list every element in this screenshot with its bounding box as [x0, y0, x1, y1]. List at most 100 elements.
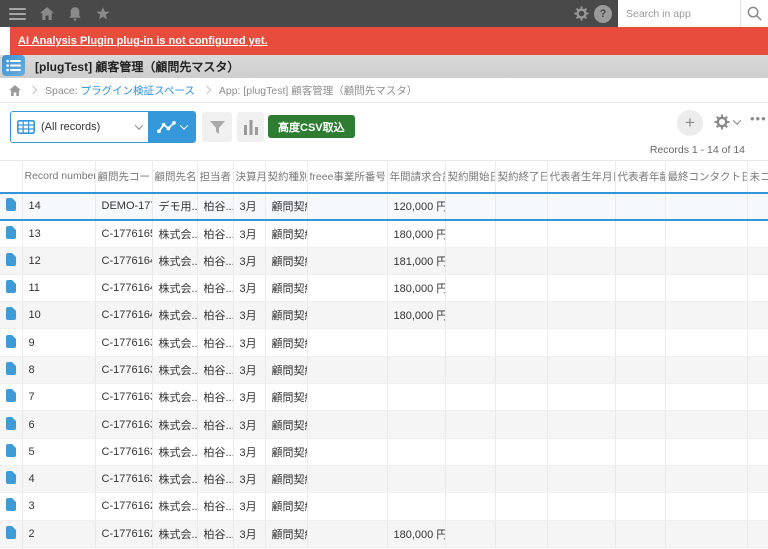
table-row[interactable]: 7C-17761635...株式会...柏谷...3月顧問契約 [0, 383, 768, 412]
cell [665, 301, 748, 330]
cell [547, 383, 616, 412]
view-selector-dropdown[interactable]: (All records) [11, 112, 148, 142]
column-header[interactable]: 契約種別 [265, 160, 308, 193]
record-detail-icon[interactable] [0, 492, 23, 521]
cell: 株式会... [152, 301, 198, 330]
column-header[interactable]: 顧問先名 [152, 160, 198, 193]
record-detail-icon[interactable] [0, 301, 23, 330]
cell: 顧問契約 [265, 219, 308, 248]
cell: 3月 [233, 520, 266, 548]
cell [307, 328, 388, 357]
breadcrumb-space: Space: プラグイン検証スペース [45, 84, 195, 97]
column-header[interactable]: 代表者生年月日 [547, 160, 616, 193]
record-detail-icon[interactable] [0, 191, 23, 221]
app-icon[interactable] [2, 55, 25, 76]
column-header[interactable]: 決算月 [233, 160, 266, 193]
column-header[interactable]: 契約終了日 [495, 160, 548, 193]
cell [307, 191, 388, 221]
view-selector-value: (All records) [41, 121, 101, 133]
table-row[interactable]: 14DEMO-1776...デモ用...柏谷...3月顧問契約 120,000 円 [0, 191, 768, 221]
table-row[interactable]: 9C-17761638...株式会...柏谷...3月顧問契約 [0, 328, 768, 357]
cell [665, 274, 748, 303]
breadcrumb-space-link[interactable]: プラグイン検証スペース [81, 85, 195, 97]
record-detail-icon[interactable] [0, 410, 23, 439]
bar-chart-icon [243, 119, 258, 135]
record-detail-icon[interactable] [0, 274, 23, 303]
cell [495, 274, 548, 303]
cell [615, 301, 666, 330]
table-row[interactable]: 13C-17761658...株式会...柏谷...3月顧問契約 180,000 … [0, 219, 768, 248]
cell: C-17761633... [95, 438, 153, 466]
more-options-button[interactable]: ••• [750, 111, 768, 126]
plugin-error-banner: AI Analysis Plugin plug-in is not config… [10, 27, 768, 55]
column-header[interactable]: 年間請求合計 [387, 160, 446, 193]
cell [547, 356, 616, 385]
record-file-icon [6, 525, 17, 539]
column-header[interactable]: 契約開始日 [445, 160, 496, 193]
cell [547, 219, 616, 248]
help-icon[interactable]: ? [594, 4, 612, 23]
table-row[interactable]: 5C-17761633...株式会...柏谷...3月顧問契約 [0, 438, 768, 466]
favorites-star-icon[interactable] [90, 0, 116, 27]
filter-button[interactable] [202, 112, 232, 142]
cell [307, 492, 388, 521]
add-record-button[interactable]: + [677, 110, 703, 136]
cell [547, 328, 616, 357]
record-detail-icon[interactable] [0, 356, 23, 385]
cell [615, 219, 666, 248]
column-header[interactable]: 担当者 [197, 160, 234, 193]
column-header[interactable]: freee事業所番号 [307, 160, 388, 193]
record-detail-icon[interactable] [0, 219, 23, 248]
column-header[interactable]: 代表者年齢 [615, 160, 666, 193]
table-row[interactable]: 12C-17761649...株式会...柏谷...3月顧問契約 181,000 … [0, 247, 768, 275]
home-icon[interactable] [34, 0, 60, 27]
cell [307, 274, 388, 303]
view-selector-group: (All records) [10, 111, 196, 143]
cell [665, 383, 748, 412]
cell: 柏谷... [197, 383, 234, 412]
search-icon[interactable] [740, 0, 768, 27]
record-detail-icon[interactable] [0, 465, 23, 494]
table-row[interactable]: 2C-17761622...株式会...柏谷...3月顧問契約 180,000 円 [0, 520, 768, 548]
search-input[interactable] [618, 0, 740, 27]
advanced-csv-import-button[interactable]: 高度CSV取込 [268, 115, 355, 138]
table-row[interactable]: 4C-17761633...株式会...柏谷...3月顧問契約 [0, 465, 768, 494]
chevron-down-icon [134, 121, 144, 130]
cell: 株式会... [152, 438, 198, 466]
record-detail-icon[interactable] [0, 247, 23, 275]
cell [387, 356, 446, 385]
table-row[interactable]: 6C-17761634...株式会...柏谷...3月顧問契約 [0, 410, 768, 439]
cell: 3月 [233, 247, 266, 275]
hamburger-menu-icon[interactable] [0, 0, 34, 27]
column-header[interactable]: 最終コンタクト日 [665, 160, 748, 193]
cell: 7 [22, 383, 96, 412]
record-detail-icon[interactable] [0, 520, 23, 548]
cell: 顧問契約 [265, 274, 308, 303]
record-detail-icon[interactable] [0, 328, 23, 357]
cell: 顧問契約 [265, 465, 308, 494]
cell: 顧問契約 [265, 410, 308, 439]
app-settings-button[interactable] [714, 114, 742, 130]
chart-button[interactable] [237, 112, 264, 142]
column-header[interactable]: 顧問先コード [95, 160, 153, 193]
table-row[interactable]: 11C-17761647...株式会...柏谷...3月顧問契約 180,000 … [0, 274, 768, 303]
column-header[interactable]: Record number [22, 160, 96, 193]
record-detail-icon[interactable] [0, 383, 23, 412]
settings-gear-icon[interactable] [570, 0, 592, 27]
record-detail-icon[interactable] [0, 438, 23, 466]
cell: 株式会... [152, 274, 198, 303]
column-header[interactable]: 未コン [747, 160, 768, 193]
cell: 顧問契約 [265, 520, 308, 548]
cell [495, 465, 548, 494]
breadcrumb-home-icon[interactable] [9, 84, 21, 96]
table-row[interactable]: 8C-17761636...株式会...柏谷...3月顧問契約 [0, 356, 768, 385]
table-row[interactable]: 3C-17761622...株式会...柏谷...3月顧問契約 [0, 492, 768, 521]
notifications-bell-icon[interactable] [62, 0, 88, 27]
table-row[interactable]: 10C-17761642...株式会...柏谷...3月顧問契約 180,000 … [0, 301, 768, 330]
graph-view-button[interactable] [148, 112, 195, 142]
cell: 柏谷... [197, 492, 234, 521]
record-file-icon [6, 225, 17, 239]
plugin-error-link[interactable]: AI Analysis Plugin plug-in is not config… [10, 35, 268, 47]
cell: 3月 [233, 191, 266, 221]
cell: C-17761649... [95, 247, 153, 275]
